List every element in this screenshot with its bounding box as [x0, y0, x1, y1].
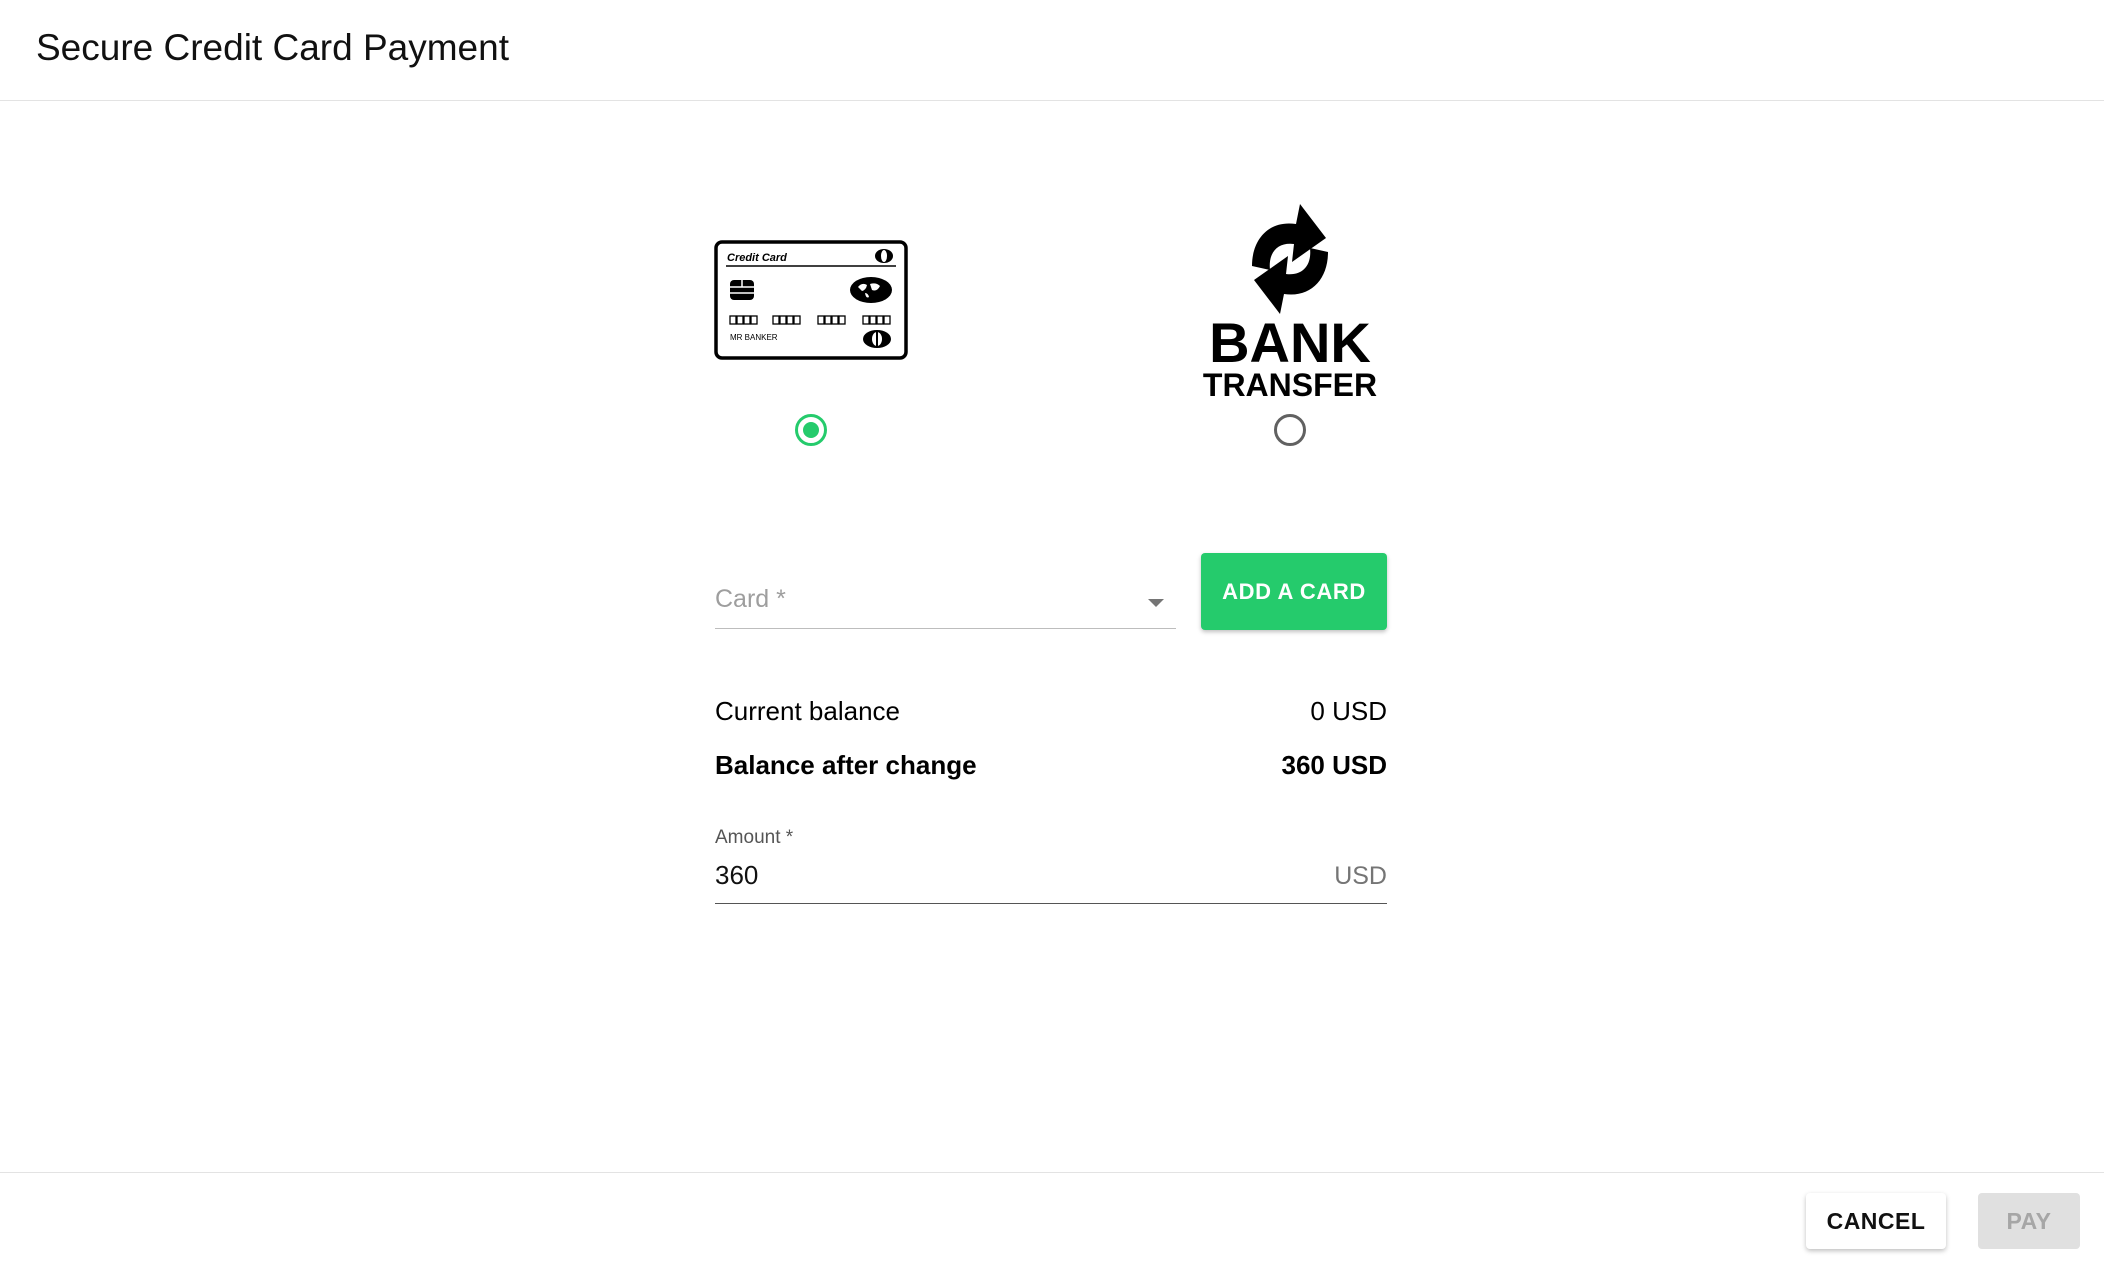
current-balance-label: Current balance — [715, 695, 900, 726]
transfer-text: TRANSFER — [1203, 367, 1377, 400]
current-balance-value: 0 USD — [1310, 695, 1387, 726]
amount-label: Amount * — [715, 827, 794, 848]
card-select[interactable]: Card * — [715, 575, 1176, 629]
balance-after-value: 360 USD — [1281, 749, 1388, 780]
add-card-button[interactable]: ADD A CARD — [1201, 553, 1387, 630]
current-balance-row: Current balance 0 USD — [715, 691, 1387, 731]
balance-after-label: Balance after change — [715, 749, 977, 780]
credit-card-option[interactable]: Credit Card MR BANKER — [714, 240, 908, 360]
credit-card-radio[interactable] — [795, 414, 827, 446]
dialog-footer: CANCEL PAY — [0, 1172, 2104, 1266]
refresh-arrows-icon — [1252, 204, 1328, 314]
credit-card-icon: Credit Card MR BANKER — [714, 240, 908, 360]
pay-button[interactable]: PAY — [1978, 1193, 2080, 1249]
bank-transfer-radio[interactable] — [1274, 414, 1306, 446]
card-title-text: Credit Card — [727, 252, 787, 264]
card-select-placeholder: Card * — [715, 585, 786, 613]
amount-input[interactable]: 360 USD — [715, 858, 1387, 904]
card-holder-text: MR BANKER — [730, 333, 778, 342]
amount-value[interactable]: 360 — [715, 860, 758, 891]
balance-after-row: Balance after change 360 USD — [715, 745, 1387, 785]
dialog-header: Secure Credit Card Payment — [0, 0, 2104, 101]
dialog-title: Secure Credit Card Payment — [36, 27, 509, 68]
cancel-button[interactable]: CANCEL — [1806, 1193, 1946, 1249]
bank-text: BANK — [1209, 311, 1371, 374]
amount-unit: USD — [1334, 862, 1387, 890]
payment-dialog: Secure Credit Card Payment Credit Card M… — [0, 0, 2104, 1266]
bank-transfer-logo: BANK TRANSFER — [1203, 204, 1377, 403]
chevron-down-icon — [1148, 599, 1164, 607]
bank-transfer-option[interactable]: BANK TRANSFER — [1190, 200, 1390, 403]
